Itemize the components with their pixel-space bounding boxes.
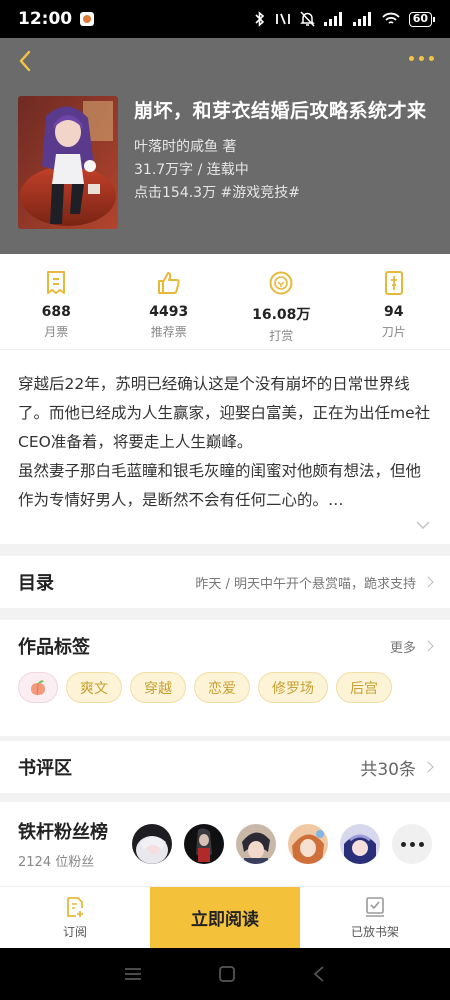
subscribe-button[interactable]: 订阅 [0, 887, 150, 948]
monthly-ticket-icon [47, 271, 66, 294]
status-time: 12:00 [18, 9, 73, 29]
stat-monthly-ticket[interactable]: 688 月票 [11, 270, 101, 349]
catalog-row[interactable]: 目录 昨天 / 明天中午开个悬赏喵，跪求支持 [0, 556, 450, 608]
blade-card-icon [384, 271, 403, 295]
status-bar: 12:00 60 [0, 0, 450, 38]
book-cover-image[interactable] [18, 96, 118, 229]
stat-label: 打赏 [269, 329, 294, 343]
nfc-icon [275, 13, 290, 25]
bookshelf-label: 已放书架 [350, 925, 399, 939]
avatar[interactable] [288, 824, 328, 864]
more-fans-icon[interactable] [392, 824, 432, 864]
catalog-title: 目录 [18, 573, 54, 594]
signal-2-icon [352, 12, 371, 26]
bookshelf-check-icon [366, 897, 384, 917]
nav-bar [0, 38, 450, 84]
tag-item[interactable]: 后宫 [336, 672, 392, 703]
stat-tip[interactable]: 16.08万 打赏 [236, 270, 326, 349]
status-icons: 60 [254, 11, 436, 27]
fans-title: 铁杆粉丝榜 [18, 822, 108, 843]
stat-value: 4493 [149, 304, 189, 320]
subscribe-label: 订阅 [62, 925, 87, 939]
bottom-action-bar: 订阅 立即阅读 已放书架 [0, 886, 450, 948]
book-summary: 崩坏，和芽衣结婚后攻略系统才来 叶落时的咸鱼 著 31.7万字 / 连载中 点击… [0, 84, 450, 229]
book-header: 崩坏，和芽衣结婚后攻略系统才来 叶落时的咸鱼 著 31.7万字 / 连载中 点击… [0, 38, 450, 254]
avatar[interactable] [184, 824, 224, 864]
stat-value: 94 [384, 304, 404, 320]
menu-icon[interactable] [124, 967, 142, 981]
reviews-count: 共30条 [360, 759, 416, 780]
book-stats: 688 月票 4493 推荐票 16.08万 打赏 94 刀片 [0, 254, 450, 350]
thumbs-up-icon [157, 272, 180, 294]
book-title: 崩坏，和芽衣结婚后攻略系统才来 [134, 100, 427, 122]
fans-text: 铁杆粉丝榜 2124 位粉丝 [18, 818, 108, 870]
stat-value: 16.08万 [252, 307, 311, 323]
back-icon[interactable] [312, 965, 326, 983]
stat-label: 月票 [44, 325, 69, 339]
tag-item[interactable]: 爽文 [66, 672, 122, 703]
more-options-icon[interactable] [409, 56, 434, 61]
chevron-right-icon [422, 761, 434, 773]
reviews-row[interactable]: 书评区 共30条 [0, 741, 450, 793]
avatar[interactable] [132, 824, 172, 864]
book-word-count: 31.7万字 / 连载中 [134, 162, 249, 178]
tags-more-text: 更多 [389, 640, 416, 656]
tag-item[interactable]: 恋爱 [194, 672, 250, 703]
peach-icon [31, 679, 45, 695]
home-icon[interactable] [218, 965, 236, 983]
read-now-button[interactable]: 立即阅读 [150, 887, 300, 948]
tag-item[interactable]: 穿越 [130, 672, 186, 703]
bookshelf-button[interactable]: 已放书架 [300, 887, 450, 948]
chevron-right-icon [422, 640, 434, 652]
tags-list: 爽文 穿越 恋爱 修罗场 后宫 [0, 672, 450, 736]
book-author[interactable]: 叶落时的咸鱼 著 [134, 136, 427, 159]
tags-header-row: 作品标签 更多 [0, 620, 450, 672]
wifi-icon [382, 12, 400, 24]
coin-icon [269, 271, 293, 295]
mute-bell-icon [299, 11, 315, 27]
system-nav-bar [0, 948, 450, 1000]
battery-indicator: 60 [408, 11, 436, 27]
book-synopsis[interactable]: 穿越后22年，苏明已经确认这是个没有崩坏的日常世界线了。而他已经成为人生赢家，迎… [0, 350, 450, 544]
stat-recommend[interactable]: 4493 推荐票 [124, 270, 214, 349]
chevron-right-icon [422, 576, 434, 588]
app-notification-icon [80, 12, 95, 26]
tag-peach[interactable] [18, 672, 58, 703]
stat-blade[interactable]: 94 刀片 [349, 270, 439, 349]
stat-value: 688 [41, 304, 71, 320]
catalog-latest-text: 昨天 / 明天中午开个悬赏喵，跪求支持 [195, 576, 416, 592]
fan-avatars [132, 824, 432, 864]
tags-title: 作品标签 [18, 637, 90, 658]
reviews-title: 书评区 [18, 758, 72, 779]
fans-ranking[interactable]: 铁杆粉丝榜 2124 位粉丝 [0, 802, 450, 886]
fans-count: 2124 位粉丝 [18, 855, 95, 870]
back-arrow-icon[interactable] [14, 48, 38, 74]
reviews-count-wrap: 共30条 [360, 755, 434, 780]
synopsis-paragraph-2: 虽然妻子那白毛蓝瞳和银毛灰瞳的闺蜜对他颇有想法，但他作为专情好男人，是断然不会有… [18, 462, 422, 509]
avatar[interactable] [236, 824, 276, 864]
synopsis-paragraph-1: 穿越后22年，苏明已经确认这是个没有崩坏的日常世界线了。而他已经成为人生赢家，迎… [18, 375, 431, 451]
bluetooth-icon [255, 11, 264, 27]
chevron-down-icon[interactable] [416, 520, 430, 530]
book-click-count: 点击154.3万 #游戏竞技# [134, 185, 300, 201]
catalog-latest: 昨天 / 明天中午开个悬赏喵，跪求支持 [195, 573, 434, 592]
tag-item[interactable]: 修罗场 [258, 672, 328, 703]
signal-icon [323, 12, 342, 26]
subscribe-icon [67, 897, 83, 917]
tags-more-link[interactable]: 更多 [389, 637, 434, 656]
book-info: 崩坏，和芽衣结婚后攻略系统才来 叶落时的咸鱼 著 31.7万字 / 连载中 点击… [134, 96, 427, 229]
stat-label: 推荐票 [150, 325, 187, 339]
stat-label: 刀片 [381, 325, 406, 339]
avatar[interactable] [340, 824, 380, 864]
